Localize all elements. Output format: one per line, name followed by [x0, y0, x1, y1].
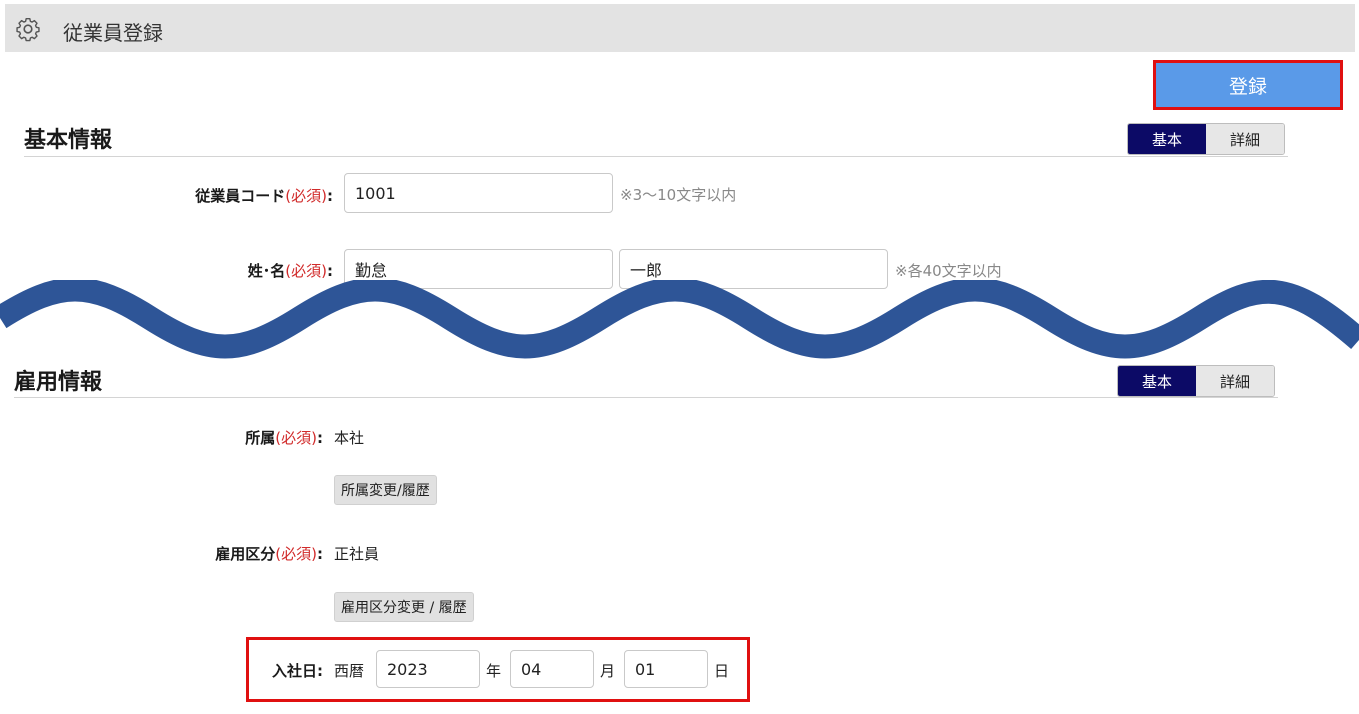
day-unit: 日 — [714, 662, 730, 680]
department-label: 所属(必須): — [245, 429, 323, 447]
required-marker: (必須) — [285, 187, 327, 205]
section-divider — [24, 156, 1288, 157]
basic-info-view-toggle: 基本 詳細 — [1127, 123, 1285, 155]
employee-code-input[interactable]: 1001 — [344, 173, 613, 213]
page-title: 従業員登録 — [63, 21, 163, 45]
register-button[interactable]: 登録 — [1153, 60, 1343, 110]
section-divider — [14, 397, 1278, 398]
detail-tab[interactable]: 詳細 — [1206, 124, 1284, 154]
basic-info-title: 基本情報 — [24, 128, 113, 153]
name-label: 姓･名(必須): — [247, 262, 333, 280]
wave-separator — [0, 280, 1359, 359]
basic-tab[interactable]: 基本 — [1118, 366, 1196, 396]
detail-tab[interactable]: 詳細 — [1196, 366, 1274, 396]
page-header: 従業員登録 — [5, 4, 1355, 52]
hire-month-input[interactable]: 04 — [510, 650, 594, 688]
employee-code-label: 従業員コード(必須): — [195, 187, 333, 205]
employment-type-history-button[interactable]: 雇用区分変更 / 履歴 — [334, 592, 474, 622]
required-marker: (必須) — [275, 545, 317, 563]
year-unit: 年 — [486, 662, 502, 680]
hire-day-input[interactable]: 01 — [624, 650, 708, 688]
name-hint: ※各40文字以内 — [895, 262, 1002, 280]
employment-type-label: 雇用区分(必須): — [215, 545, 323, 563]
basic-tab[interactable]: 基本 — [1128, 124, 1206, 154]
required-marker: (必須) — [285, 262, 327, 280]
hire-year-input[interactable]: 2023 — [376, 650, 480, 688]
employment-info-title: 雇用情報 — [14, 370, 103, 395]
employee-code-hint: ※3～10文字以内 — [620, 186, 737, 204]
gear-icon — [16, 18, 40, 42]
employment-info-view-toggle: 基本 詳細 — [1117, 365, 1275, 397]
department-history-button[interactable]: 所属変更/履歴 — [334, 475, 437, 505]
department-value: 本社 — [334, 429, 365, 447]
required-marker: (必須) — [275, 429, 317, 447]
hire-date-label: 入社日: — [271, 662, 323, 680]
month-unit: 月 — [600, 662, 616, 680]
employment-type-value: 正社員 — [334, 545, 380, 563]
era-label: 西暦 — [334, 662, 365, 680]
